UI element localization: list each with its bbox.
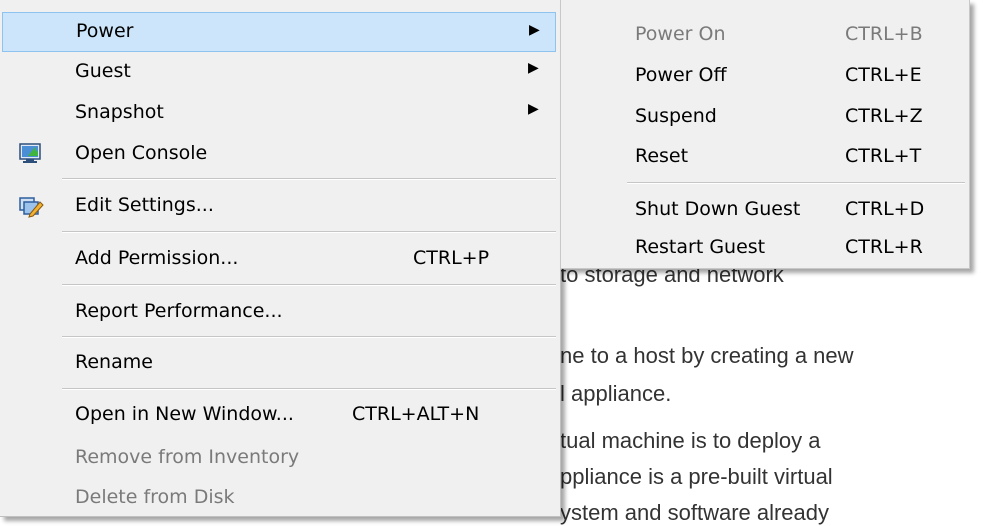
menu-item-label: Suspend [635, 105, 717, 127]
menu-item-power[interactable]: Power ▶ [2, 12, 556, 52]
menu-item-open-console[interactable]: Open Console [0, 134, 560, 174]
menu-item-power-on[interactable]: Power On CTRL+B [561, 15, 969, 55]
menu-item-label: Reset [635, 145, 689, 167]
menu-item-shortcut: CTRL+D [845, 198, 925, 220]
power-submenu: Power On CTRL+B Power Off CTRL+E Suspend… [560, 0, 970, 269]
menu-separator [62, 284, 556, 286]
context-menu: Power ▶ Guest ▶ Snapshot ▶ Open Console [0, 0, 561, 517]
menu-item-label: Power Off [635, 64, 727, 86]
menu-separator [62, 178, 556, 180]
menu-item-shortcut: CTRL+B [845, 23, 923, 45]
menu-item-shortcut: CTRL+P [413, 247, 490, 269]
menu-separator [62, 388, 556, 390]
menu-separator [62, 336, 556, 338]
menu-item-suspend[interactable]: Suspend CTRL+Z [561, 97, 969, 137]
menu-item-label: Restart Guest [635, 236, 766, 258]
menu-item-edit-settings[interactable]: Edit Settings... [0, 186, 560, 226]
menu-item-open-in-new-window[interactable]: Open in New Window... CTRL+ALT+N [0, 395, 560, 435]
menu-item-shortcut: CTRL+E [845, 64, 922, 86]
background-text-line: tual machine is to deploy a [560, 428, 821, 453]
menu-item-shortcut: CTRL+ALT+N [352, 403, 480, 425]
menu-item-guest[interactable]: Guest ▶ [0, 52, 560, 92]
menu-item-shut-down-guest[interactable]: Shut Down Guest CTRL+D [561, 190, 969, 230]
menu-item-power-off[interactable]: Power Off CTRL+E [561, 56, 969, 96]
submenu-arrow-icon: ▶ [528, 101, 539, 117]
menu-item-label: Power On [635, 23, 726, 45]
menu-item-label: Edit Settings... [75, 194, 214, 216]
background-text-line: l appliance. [560, 381, 672, 406]
background-text-line: ystem and software already [560, 500, 830, 525]
menu-item-label: Delete from Disk [75, 486, 235, 508]
background-text-line: ne to a host by creating a new [560, 343, 854, 368]
menu-item-label: Open in New Window... [75, 403, 294, 425]
menu-item-label: Snapshot [75, 101, 164, 123]
menu-item-label: Shut Down Guest [635, 198, 801, 220]
menu-item-snapshot[interactable]: Snapshot ▶ [0, 93, 560, 133]
menu-item-shortcut: CTRL+R [845, 236, 923, 258]
menu-item-add-permission[interactable]: Add Permission... CTRL+P [0, 239, 560, 279]
menu-item-reset[interactable]: Reset CTRL+T [561, 137, 969, 177]
submenu-arrow-icon: ▶ [528, 60, 539, 76]
submenu-arrow-icon: ▶ [529, 22, 540, 38]
menu-separator [627, 182, 965, 184]
background-text-line: ppliance is a pre-built virtual [560, 464, 833, 489]
menu-item-label: Power [76, 20, 134, 42]
menu-separator [62, 231, 556, 233]
menu-item-shortcut: CTRL+Z [845, 105, 923, 127]
menu-item-shortcut: CTRL+T [845, 145, 922, 167]
menu-item-label: Add Permission... [75, 247, 239, 269]
menu-item-restart-guest[interactable]: Restart Guest CTRL+R [561, 228, 969, 268]
menu-item-label: Rename [75, 351, 153, 373]
console-icon [18, 142, 44, 164]
menu-item-label: Guest [75, 60, 131, 82]
menu-item-delete-from-disk[interactable]: Delete from Disk [0, 478, 560, 518]
edit-settings-icon [18, 194, 44, 218]
menu-item-report-performance[interactable]: Report Performance... [0, 292, 560, 332]
menu-item-label: Open Console [75, 142, 208, 164]
menu-item-label: Report Performance... [75, 300, 283, 322]
menu-item-remove-from-inventory[interactable]: Remove from Inventory [0, 438, 560, 478]
menu-item-rename[interactable]: Rename [0, 343, 560, 383]
menu-item-label: Remove from Inventory [75, 446, 300, 468]
